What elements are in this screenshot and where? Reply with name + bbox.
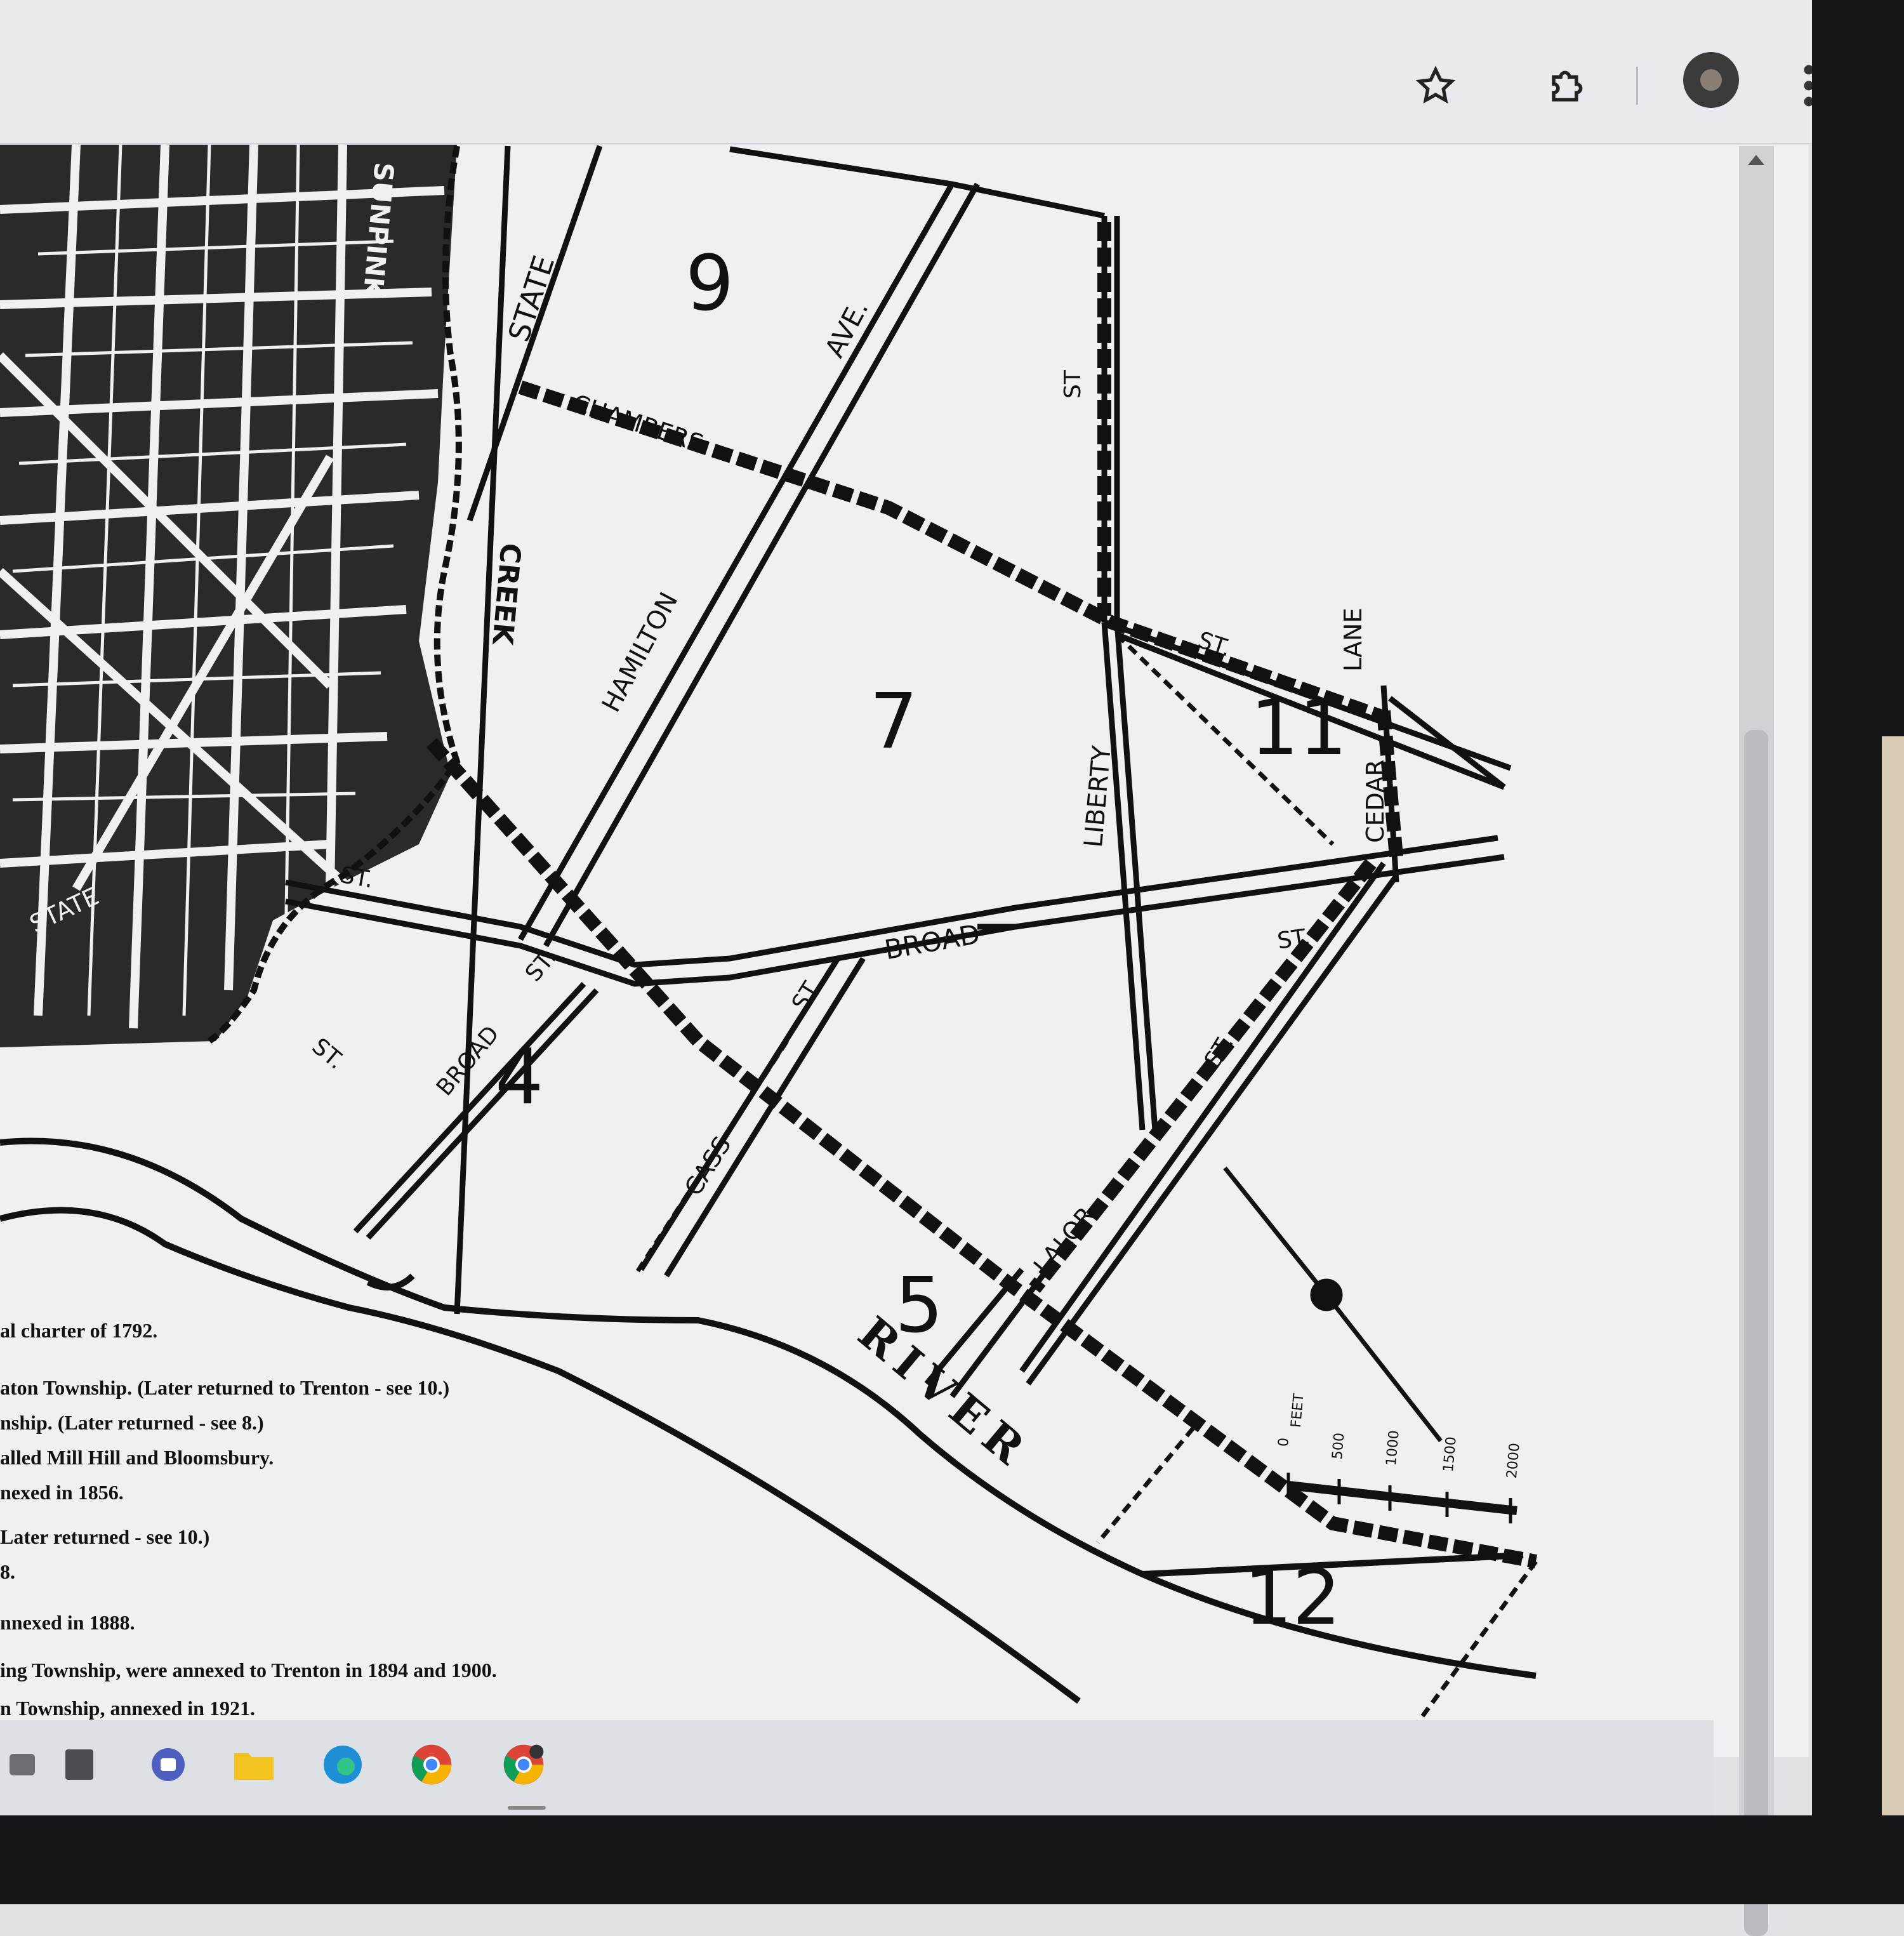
vertical-scrollbar[interactable] <box>1739 146 1774 1936</box>
scale-label-1000: 1000 <box>1384 1429 1403 1467</box>
browser-toolbar <box>0 0 1879 144</box>
active-indicator <box>508 1806 546 1810</box>
widgets-icon[interactable] <box>0 1742 44 1787</box>
toolbar-divider <box>1636 67 1638 105</box>
scale-label-1500: 1500 <box>1441 1436 1460 1473</box>
caption-line: ing Township, were annexed to Trenton in… <box>0 1659 497 1681</box>
caption-line: Later returned - see 10.) <box>0 1525 210 1548</box>
scale-label-500: 500 <box>1330 1432 1348 1461</box>
scale-bar <box>1288 1481 1517 1515</box>
scale-label-0: 0 <box>1276 1437 1293 1448</box>
file-explorer-icon[interactable] <box>232 1742 276 1787</box>
caption-line: 8. <box>0 1560 15 1583</box>
monitor-bezel-bottom <box>0 1815 1904 1904</box>
ward-number-12: 12 <box>1244 1554 1341 1642</box>
scale-label-2000: 2000 <box>1504 1442 1523 1480</box>
star-icon[interactable] <box>1410 60 1461 111</box>
street-label-cedar: CEDAR <box>1361 759 1389 843</box>
document-viewport[interactable]: 9 7 11 4 5 12 SUNPINK STATE AVE. CHAMBER… <box>0 145 1809 1757</box>
ward-number-4: 4 <box>495 1033 544 1122</box>
north-arrow <box>1223 1166 1443 1443</box>
caption-line: nnexed in 1888. <box>0 1611 135 1634</box>
street-label-lane: LANE <box>1339 607 1367 672</box>
desk-background <box>1882 736 1904 1904</box>
chrome-icon[interactable] <box>409 1742 454 1787</box>
scroll-up-arrow-icon[interactable] <box>1748 155 1764 165</box>
extensions-icon[interactable] <box>1542 60 1593 111</box>
caption-line: nexed in 1856. <box>0 1481 124 1504</box>
chrome-profile-icon[interactable] <box>501 1742 546 1787</box>
caption-line: aton Township. (Later returned to Trento… <box>0 1376 450 1399</box>
ward-number-11: 11 <box>1250 684 1347 772</box>
caption-line: nship. (Later returned - see 8.) <box>0 1411 264 1434</box>
street-label-st-west: ST. <box>338 862 376 894</box>
ward-number-9: 9 <box>685 240 734 328</box>
file-icon[interactable] <box>57 1742 102 1787</box>
caption-line: alled Mill Hill and Bloomsbury. <box>0 1446 274 1469</box>
scroll-thumb[interactable] <box>1744 730 1768 1936</box>
caption-line: al charter of 1792. <box>0 1319 158 1342</box>
scale-label-feet: FEET <box>1288 1393 1307 1429</box>
teams-icon[interactable] <box>146 1742 190 1787</box>
caption-line: n Township, annexed in 1921. <box>0 1697 255 1720</box>
ward-number-7: 7 <box>869 678 918 766</box>
street-label-st-chambers: ST <box>1060 370 1086 399</box>
edge-icon[interactable] <box>321 1742 365 1787</box>
street-label-st-broad-east: ST. <box>1276 924 1312 955</box>
profile-avatar[interactable] <box>1683 52 1739 108</box>
